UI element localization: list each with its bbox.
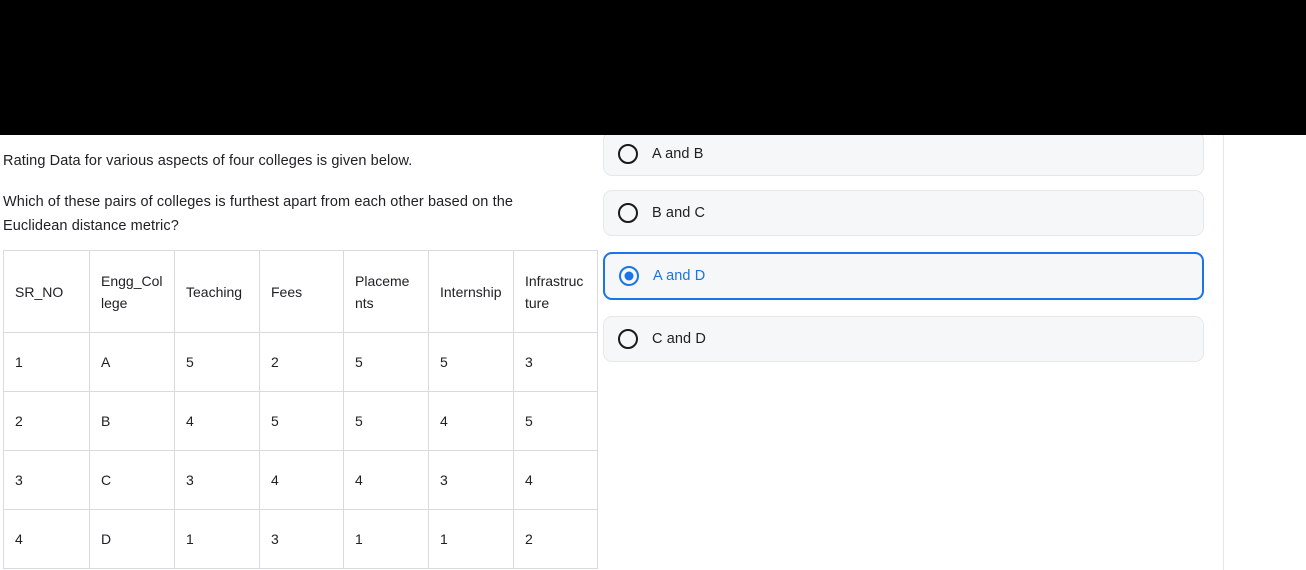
table-cell: 3 [259,509,344,569]
page-root: Rating Data for various aspects of four … [0,0,1306,570]
table-cell: 4 [3,509,90,569]
table-header-cell: Engg_College [89,250,175,333]
table-cell: 3 [513,332,598,392]
radio-selected-icon[interactable] [619,266,639,286]
table-cell: 5 [343,391,429,451]
answer-option-label: C and D [652,331,706,347]
table-cell: 1 [343,509,429,569]
table-cell: C [89,450,175,510]
table-cell: 3 [174,450,260,510]
table-cell: 1 [174,509,260,569]
table-cell: 4 [174,391,260,451]
table-cell: 2 [3,391,90,451]
table-cell: 4 [343,450,429,510]
table-header-cell: Fees [259,250,344,333]
table-cell: 2 [259,332,344,392]
radio-unselected-icon[interactable] [618,329,638,349]
table-header-cell: Internship [428,250,514,333]
table-cell: 4 [259,450,344,510]
table-header-cell: SR_NO [3,250,90,333]
table-cell: 2 [513,509,598,569]
radio-unselected-icon[interactable] [618,203,638,223]
table-cell: 1 [428,509,514,569]
radio-unselected-icon[interactable] [618,143,638,164]
top-occlusion-bar [0,0,1306,135]
table-row: 2 B 4 5 5 4 5 [3,391,598,451]
table-cell: 3 [428,450,514,510]
table-cell: 5 [343,332,429,392]
table-row: 4 D 1 3 1 1 2 [3,509,598,569]
table-cell: 3 [3,450,90,510]
table-cell: 5 [428,332,514,392]
answer-option-c-and-d[interactable]: C and D [603,316,1204,362]
table-cell: 5 [174,332,260,392]
right-empty-panel [1224,135,1306,570]
answer-option-label: A and B [652,145,704,162]
answer-option-a-and-b[interactable]: A and B [603,131,1204,176]
table-cell: 4 [513,450,598,510]
table-header-cell: Teaching [174,250,260,333]
table-cell: D [89,509,175,569]
answer-option-a-and-d[interactable]: A and D [603,252,1204,300]
rating-data-table-container: SR_NO Engg_College Teaching Fees Placeme… [3,250,598,569]
question-intro-text: Rating Data for various aspects of four … [3,153,413,169]
table-cell: 5 [513,391,598,451]
table-header-row: SR_NO Engg_College Teaching Fees Placeme… [3,250,598,333]
table-cell: A [89,332,175,392]
table-cell: 4 [428,391,514,451]
table-cell: 1 [3,332,90,392]
table-row: 3 C 3 4 4 3 4 [3,450,598,510]
answer-option-label: B and C [652,205,706,221]
table-header-cell: Placements [343,250,429,333]
answer-option-label: A and D [653,268,706,284]
answer-option-b-and-c[interactable]: B and C [603,190,1204,236]
table-cell: 5 [259,391,344,451]
rating-data-table: SR_NO Engg_College Teaching Fees Placeme… [3,250,598,569]
right-vertical-divider [1223,135,1224,570]
question-prompt-text: Which of these pairs of colleges is furt… [3,194,514,234]
table-header-cell: Infrastructure [513,250,598,333]
table-row: 1 A 5 2 5 5 3 [3,332,598,392]
table-cell: B [89,391,175,451]
